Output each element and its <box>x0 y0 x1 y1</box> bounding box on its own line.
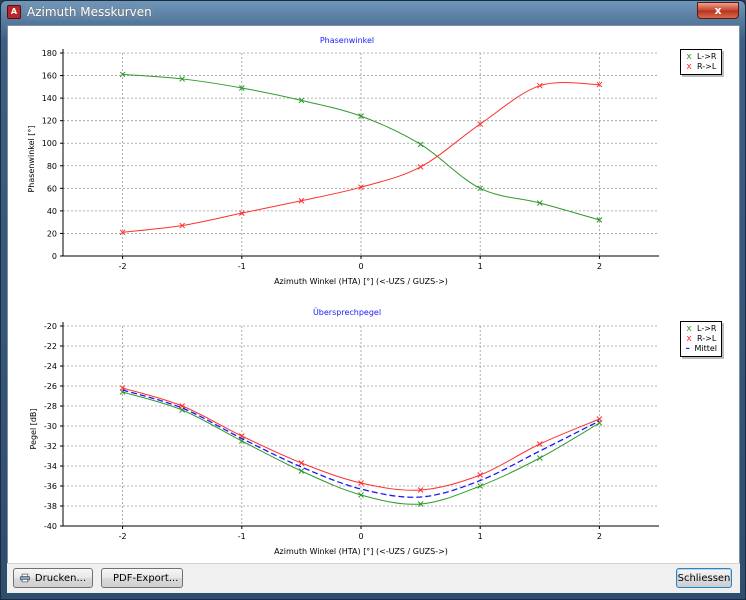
y-tick-label: -32 <box>44 442 57 451</box>
pdf-export-button-label: PDF-Export... <box>113 572 179 584</box>
data-point-marker <box>596 416 603 422</box>
uebersprechpegel-chart: Übersprechpegel Pegel [dB] Azimuth Winke… <box>29 307 659 556</box>
axes <box>60 49 659 259</box>
data-point-marker <box>417 164 424 170</box>
y-tick-label: -40 <box>44 522 57 531</box>
phasenwinkel-chart: Phasenwinkel Phasenwinkel [°] Azimuth Wi… <box>27 36 659 286</box>
axes <box>60 322 659 529</box>
print-button-label: Drucken... <box>34 572 86 584</box>
legend-line-marker: – <box>685 344 690 354</box>
x-tick-label: -2 <box>119 262 127 271</box>
legend-item: x L->R <box>685 52 717 62</box>
y-tick-label: -20 <box>44 322 57 331</box>
x-axis-label: Azimuth Winkel (HTA) [°] (<-UZS / GUZS->… <box>274 277 448 286</box>
title-bar[interactable]: A Azimuth Messkurven x <box>1 1 745 23</box>
button-bar: Drucken... PDF-Export... Schliessen <box>7 563 740 593</box>
print-button[interactable]: Drucken... <box>13 568 93 588</box>
y-tick-label: -26 <box>44 382 57 391</box>
close-button-label: Schliessen <box>677 572 731 584</box>
legend: x L->R x R->L – Mittel <box>680 321 722 357</box>
grid <box>63 52 659 257</box>
y-tick-label: 100 <box>42 139 57 148</box>
x-tick-label: 0 <box>358 532 363 541</box>
chart-title: Phasenwinkel <box>320 36 374 45</box>
client-area: Phasenwinkel Phasenwinkel [°] Azimuth Wi… <box>7 25 740 593</box>
x-axis-label: Azimuth Winkel (HTA) [°] (<-UZS / GUZS->… <box>274 547 448 556</box>
legend-label: R->L <box>697 62 717 71</box>
y-tick-label: 40 <box>47 207 57 216</box>
pdf-export-button[interactable]: PDF-Export... <box>101 568 183 588</box>
legend-marker: x <box>686 324 692 334</box>
window-close-button[interactable]: x <box>697 2 739 19</box>
window-title: Azimuth Messkurven <box>27 5 152 19</box>
data-point-marker <box>477 472 484 478</box>
y-tick-label: -28 <box>44 402 57 411</box>
data-point-marker <box>417 141 424 148</box>
y-tick-label: -38 <box>44 502 57 511</box>
legend-marker: x <box>686 52 692 62</box>
legend-label: L->R <box>697 52 717 61</box>
data-point-marker <box>298 460 305 466</box>
y-tick-label: 120 <box>42 117 57 126</box>
grid <box>63 325 659 527</box>
x-tick-label: -1 <box>238 262 246 271</box>
y-tick-label: 180 <box>42 49 57 58</box>
legend-marker: x <box>686 62 692 72</box>
charts-canvas: Phasenwinkel Phasenwinkel [°] Azimuth Wi… <box>27 36 659 556</box>
legend-item: x R->L <box>685 334 717 344</box>
y-tick-label: -24 <box>44 362 57 371</box>
y-axis-label: Phasenwinkel [°] <box>27 125 36 192</box>
legend-marker: x <box>686 334 692 344</box>
x-tick-label: -2 <box>119 532 127 541</box>
y-tick-label: 20 <box>47 229 57 238</box>
data-point-marker <box>298 468 305 474</box>
tick-labels: -40 -38 -36 -34 -32 -30 -28 -26 -24 -22 -20 -2 -1 0 1 2 <box>44 322 602 541</box>
legend-item: – Mittel <box>685 344 717 354</box>
legend-label: L->R <box>697 324 717 333</box>
y-tick-label: -34 <box>44 462 57 471</box>
y-tick-label: -36 <box>44 482 57 491</box>
y-tick-label: -22 <box>44 342 57 351</box>
y-tick-label: 80 <box>47 162 57 171</box>
y-tick-label: 60 <box>47 184 57 193</box>
data-point-marker <box>536 82 543 89</box>
chart-title: Übersprechpegel <box>313 307 381 317</box>
x-tick-label: -1 <box>238 532 246 541</box>
y-axis-label: Pegel [dB] <box>29 408 38 449</box>
x-tick-label: 2 <box>597 262 602 271</box>
data-point-marker <box>536 455 543 461</box>
y-tick-label: 0 <box>52 252 57 261</box>
legend-item: x L->R <box>685 324 717 334</box>
legend: x L->R x R->L <box>680 49 722 75</box>
x-tick-label: 1 <box>478 262 483 271</box>
y-tick-label: 140 <box>42 94 57 103</box>
y-tick-label: -30 <box>44 422 57 431</box>
tick-labels: 0 20 40 60 80 100 120 140 160 180 -2 -1 0 1 2 <box>42 49 602 271</box>
close-button[interactable]: Schliessen <box>676 568 732 588</box>
x-tick-label: 2 <box>597 532 602 541</box>
window: A Azimuth Messkurven x Phasenwinkel Phas… <box>0 0 746 600</box>
legend-label: Mittel <box>694 344 717 353</box>
legend-label: R->L <box>697 334 717 343</box>
app-pdf-icon: A <box>7 5 21 19</box>
x-tick-label: 0 <box>358 262 363 271</box>
printer-icon <box>20 573 30 583</box>
x-tick-label: 1 <box>478 532 483 541</box>
legend-item: x R->L <box>685 62 717 72</box>
y-tick-label: 160 <box>42 72 57 81</box>
